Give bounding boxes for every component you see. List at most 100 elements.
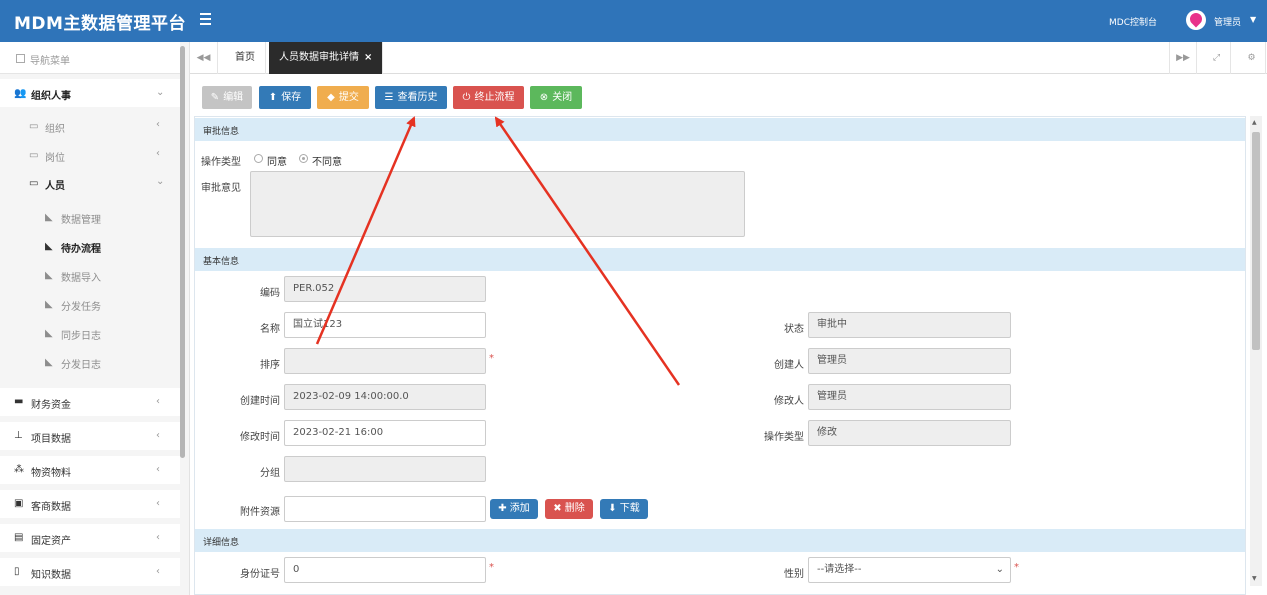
sidebar-item-merchant[interactable]: ▣ 客商数据 ‹: [0, 490, 180, 518]
chevron-left-icon: ‹: [156, 119, 160, 130]
fullscreen-icon[interactable]: ⤢: [1203, 42, 1231, 74]
scroll-down-icon[interactable]: ▼: [1252, 575, 1257, 582]
chevron-left-icon: ‹: [156, 430, 160, 441]
view-history-button[interactable]: ☰ 查看历史: [375, 86, 447, 109]
radio-disagree[interactable]: [299, 154, 308, 163]
leaf-icon: ◣: [45, 299, 53, 310]
tab-person-approval[interactable]: 人员数据审批详情 ×: [269, 42, 384, 74]
folder-open-icon: ▭: [29, 178, 39, 189]
sidebar-item-todo-flow[interactable]: ◣ 待办流程: [0, 235, 180, 257]
sidebar-item-data-import[interactable]: ◣ 数据导入: [0, 264, 180, 286]
card-icon: ▬: [14, 396, 24, 407]
close-tab-icon[interactable]: ×: [364, 52, 372, 63]
opinion-textarea[interactable]: [250, 171, 745, 237]
chevron-down-icon: ⌄: [156, 87, 165, 98]
sidebar-item-fixed-assets[interactable]: ▤ 固定资产 ‹: [0, 524, 180, 552]
nav-menu-title: 导航菜单: [0, 42, 180, 74]
sidebar-item-dispatch-log[interactable]: ◣ 分发日志: [0, 351, 180, 373]
modified-time-label: 修改时间: [240, 432, 280, 443]
leaf-icon: ◣: [45, 328, 53, 339]
upload-icon: ⬆: [268, 92, 278, 103]
sidebar-item-data-manage[interactable]: ◣ 数据管理: [0, 206, 180, 228]
tab-bar: ◀◀ 首页 人员数据审批详情 × ▶▶ ⤢ ⚙: [190, 42, 1267, 74]
download-label: 下载: [619, 503, 640, 514]
tabs-scroll-right-icon[interactable]: ▶▶: [1169, 42, 1197, 74]
sort-label: 排序: [260, 360, 280, 371]
modifier-label: 修改人: [774, 396, 804, 407]
sitemap-icon: ⊥: [14, 430, 23, 441]
gender-select[interactable]: --请选择-- ⌄: [808, 557, 1011, 583]
sidebar-item-knowledge[interactable]: ▯ 知识数据 ‹: [0, 558, 180, 586]
status-field[interactable]: 审批中: [808, 312, 1011, 338]
edit-icon: ✎: [210, 92, 220, 103]
sidebar-label: 财务资金: [31, 400, 71, 411]
group-field[interactable]: [284, 456, 486, 482]
modified-time-field[interactable]: 2023-02-21 16:00: [284, 420, 486, 446]
radio-agree[interactable]: [254, 154, 263, 163]
sidebar-item-finance[interactable]: ▬ 财务资金 ‹: [0, 388, 180, 416]
delete-attachment-button[interactable]: ✖ 删除: [545, 499, 593, 519]
menu-toggle-icon[interactable]: [200, 13, 211, 25]
required-mark: *: [1014, 562, 1019, 573]
chevron-down-icon: ⌄: [995, 564, 1004, 575]
close-button[interactable]: ⊗ 关闭: [530, 86, 582, 109]
sidebar-item-project[interactable]: ⊥ 项目数据 ‹: [0, 422, 180, 450]
sidebar-item-post[interactable]: ▭ 岗位 ‹: [0, 144, 180, 166]
console-link[interactable]: MDC控制台: [1109, 15, 1157, 28]
sidebar-item-sync-log[interactable]: ◣ 同步日志: [0, 322, 180, 344]
submit-button[interactable]: ◆ 提交: [317, 86, 369, 109]
chevron-left-icon: ‹: [156, 464, 160, 475]
creator-field[interactable]: 管理员: [808, 348, 1011, 374]
gear-icon[interactable]: ⚙: [1238, 42, 1266, 74]
sidebar-label: 知识数据: [31, 570, 71, 581]
gender-selected: --请选择--: [817, 564, 862, 575]
add-attachment-button[interactable]: ✚ 添加: [490, 499, 538, 519]
sidebar-label: 固定资产: [31, 536, 71, 547]
operation-type-label: 操作类型: [764, 432, 804, 443]
tab-home[interactable]: 首页: [225, 42, 266, 74]
chevron-left-icon: ‹: [156, 148, 160, 159]
section-title: 审批信息: [203, 127, 240, 137]
chevron-left-icon: ‹: [156, 532, 160, 543]
scroll-up-icon[interactable]: ▲: [1252, 119, 1257, 126]
sidebar-label: 人员: [45, 181, 65, 192]
sort-field[interactable]: [284, 348, 486, 374]
edit-button[interactable]: ✎ 编辑: [202, 86, 252, 109]
history-label: 查看历史: [397, 92, 438, 103]
sidebar-item-dispatch-task[interactable]: ◣ 分发任务: [0, 293, 180, 315]
file-icon: ▯: [14, 566, 20, 577]
sidebar-item-org-hr[interactable]: 👥 组织人事 ⌄: [0, 79, 180, 107]
sidebar-scrollbar[interactable]: [180, 46, 185, 458]
sidebar-item-org[interactable]: ▭ 组织 ‹: [0, 115, 180, 137]
id-number-field[interactable]: 0: [284, 557, 486, 583]
sidebar-label: 项目数据: [31, 434, 71, 445]
folder-icon: ▭: [29, 121, 39, 132]
tab-label: 人员数据审批详情: [279, 52, 359, 63]
sidebar-item-materials[interactable]: ⁂ 物资物料 ‹: [0, 456, 180, 484]
submit-icon: ◆: [327, 92, 335, 103]
required-mark: *: [489, 562, 494, 573]
attachment-field[interactable]: [284, 496, 486, 522]
save-button[interactable]: ⬆ 保存: [259, 86, 311, 109]
code-label: 编码: [260, 288, 280, 299]
section-detail: 详细信息: [195, 529, 1245, 552]
tabs-scroll-left-icon[interactable]: ◀◀: [190, 42, 218, 74]
opinion-label: 审批意见: [201, 183, 241, 194]
name-field[interactable]: 国立试123: [284, 312, 486, 338]
edit-label: 编辑: [223, 92, 244, 103]
terminate-label: 终止流程: [474, 92, 515, 103]
modifier-field[interactable]: 管理员: [808, 384, 1011, 410]
caret-down-icon[interactable]: ▼: [1250, 15, 1256, 24]
avatar[interactable]: [1186, 10, 1206, 30]
scroll-thumb[interactable]: [1252, 132, 1260, 350]
code-field[interactable]: PER.052: [284, 276, 486, 302]
download-attachment-button[interactable]: ⬇ 下载: [600, 499, 648, 519]
save-label: 保存: [281, 92, 302, 103]
operation-type-field[interactable]: 修改: [808, 420, 1011, 446]
sidebar-item-person[interactable]: ▭ 人员 ⌄: [0, 172, 180, 194]
terminate-flow-button[interactable]: ⏻ 终止流程: [453, 86, 524, 109]
disagree-label: 不同意: [312, 157, 342, 168]
created-time-field[interactable]: 2023-02-09 14:00:00.0: [284, 384, 486, 410]
content-scrollbar[interactable]: ▲ ▼: [1250, 116, 1262, 586]
user-menu[interactable]: 管理员: [1214, 15, 1241, 28]
